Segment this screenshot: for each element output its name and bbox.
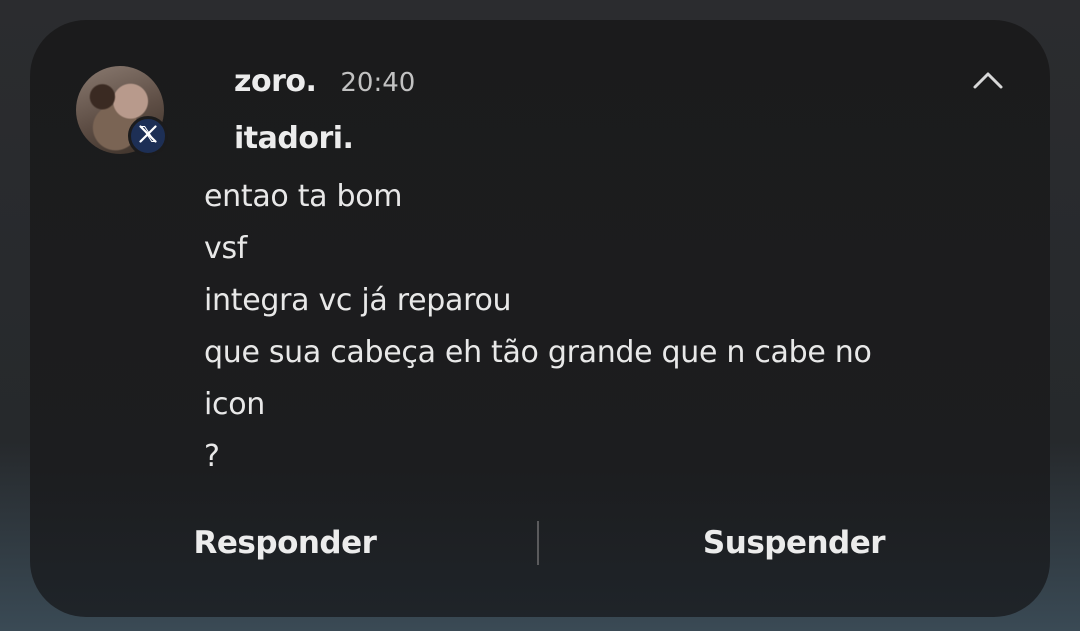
message-text: entao ta bom (204, 179, 403, 214)
snooze-button[interactable]: Suspender (644, 518, 944, 568)
actions-divider (537, 521, 539, 565)
message-text: icon (204, 387, 265, 422)
message-list: entao ta bom vsf integra vc já reparou q… (204, 171, 984, 483)
reply-button[interactable]: Responder (135, 518, 435, 568)
notification-header: zoro. 20:40 (234, 64, 415, 104)
sender-avatar-group (76, 66, 168, 156)
chevron-up-icon (972, 70, 1004, 94)
notification-card[interactable]: zoro. 20:40 itadori. entao ta bom vsf in… (30, 20, 1050, 617)
notification-actions: Responder Suspender (30, 518, 1050, 568)
conversation-title: itadori. (234, 121, 354, 156)
x-logo-icon (138, 124, 158, 148)
app-badge (128, 116, 168, 156)
message-text: que sua cabeça eh tão grande que n cabe … (204, 335, 872, 370)
message-text: integra vc já reparou (204, 283, 512, 318)
collapse-button[interactable] (966, 64, 1010, 100)
sender-name: zoro. (234, 64, 317, 99)
timestamp: 20:40 (340, 68, 416, 98)
message-text: ? (204, 439, 220, 474)
message-text: vsf (204, 231, 248, 266)
